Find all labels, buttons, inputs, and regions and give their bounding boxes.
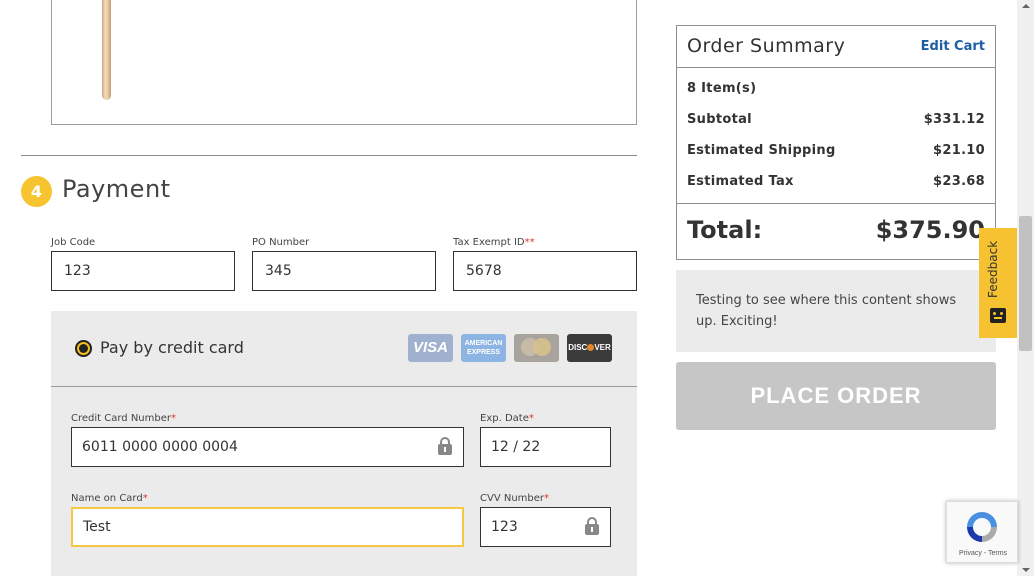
product-image-panel <box>51 0 637 125</box>
tax-exempt-input[interactable]: 5678 <box>453 251 637 291</box>
product-image <box>102 0 111 100</box>
subtotal-value: $331.12 <box>923 112 985 127</box>
lock-icon <box>438 437 452 455</box>
po-number-input[interactable]: 345 <box>252 251 436 291</box>
discover-icon: DISC VER <box>567 334 612 362</box>
job-code-label: Job Code <box>51 237 96 248</box>
panel-divider <box>51 386 637 387</box>
summary-header: Order Summary Edit Cart <box>677 26 995 68</box>
scroll-up-icon[interactable] <box>1022 4 1030 8</box>
scroll-thumb[interactable] <box>1019 216 1032 351</box>
po-number-label: PO Number <box>252 237 310 248</box>
recaptcha-links[interactable]: Privacy - Terms <box>947 550 1019 557</box>
amex-icon: AMERICAN EXPRESS <box>461 334 506 362</box>
tax-label: Estimated Tax <box>687 174 794 189</box>
place-order-button[interactable]: PLACE ORDER <box>676 362 996 430</box>
edit-cart-link[interactable]: Edit Cart <box>921 39 985 54</box>
job-code-input[interactable]: 123 <box>51 251 235 291</box>
payment-heading: Payment <box>62 175 171 203</box>
subtotal-row: Subtotal $331.12 <box>687 112 985 127</box>
cvv-label: CVV Number* <box>480 493 550 504</box>
feedback-label: Feedback <box>986 240 1000 298</box>
exp-date-label: Exp. Date* <box>480 413 534 424</box>
recaptcha-badge[interactable]: Privacy - Terms <box>946 501 1018 563</box>
step-number-badge: 4 <box>21 176 52 207</box>
scrollbar[interactable] <box>1017 0 1034 576</box>
summary-note: Testing to see where this content shows … <box>676 270 996 352</box>
feedback-icon <box>990 308 1006 323</box>
tax-row: Estimated Tax $23.68 <box>687 174 985 189</box>
checkout-page: 4 Payment Job Code 123 PO Number 345 Tax… <box>0 0 1034 576</box>
total-value: $375.90 <box>875 216 985 244</box>
summary-title: Order Summary <box>687 35 846 57</box>
tax-exempt-label: Tax Exempt ID** <box>453 237 535 248</box>
shipping-row: Estimated Shipping $21.10 <box>687 143 985 158</box>
credit-card-radio[interactable] <box>75 340 92 357</box>
pay-by-credit-card-label[interactable]: Pay by credit card <box>100 338 244 357</box>
tax-value: $23.68 <box>933 174 985 189</box>
feedback-tab[interactable]: Feedback <box>979 228 1017 338</box>
shipping-label: Estimated Shipping <box>687 143 836 158</box>
mastercard-icon <box>514 334 559 362</box>
visa-icon: VISA <box>408 334 453 362</box>
scroll-down-icon[interactable] <box>1022 568 1030 572</box>
subtotal-label: Subtotal <box>687 112 752 127</box>
total-divider <box>677 203 995 204</box>
shipping-value: $21.10 <box>933 143 985 158</box>
order-summary: Order Summary Edit Cart 8 Item(s) Subtot… <box>676 25 996 260</box>
item-count: 8 Item(s) <box>687 81 757 96</box>
card-number-input[interactable]: 6011 0000 0000 0004 <box>71 427 464 467</box>
total-label: Total: <box>687 216 763 244</box>
name-on-card-label: Name on Card* <box>71 493 148 504</box>
recaptcha-icon <box>967 512 997 542</box>
lock-icon <box>585 517 599 535</box>
exp-date-input[interactable]: 12 / 22 <box>480 427 611 467</box>
name-on-card-input[interactable]: Test <box>71 507 464 547</box>
section-divider <box>21 155 637 156</box>
card-number-label: Credit Card Number* <box>71 413 176 424</box>
